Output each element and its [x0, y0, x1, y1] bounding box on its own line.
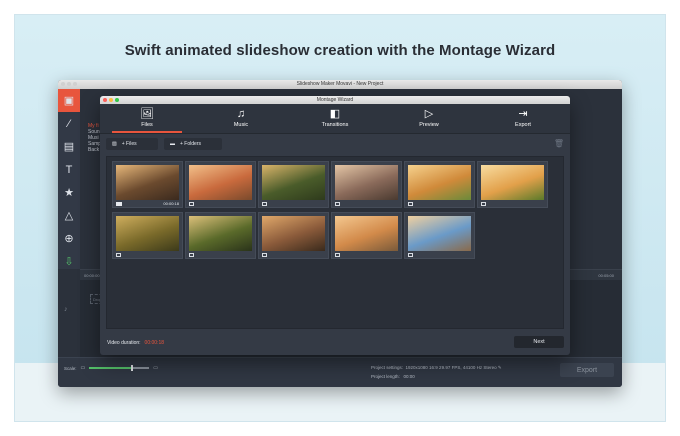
thumbnail-photo — [335, 165, 398, 200]
export-icon[interactable]: ⇩ — [58, 250, 80, 273]
image-icon — [189, 202, 194, 206]
video-duration: Video duration: 00:00:18 — [107, 340, 164, 346]
add-folders-button[interactable]: ▬ + Folders — [164, 138, 222, 150]
tab-label: Transitions — [321, 122, 349, 128]
scale-control: Scale: ▭ ▭ — [64, 365, 158, 371]
files-icon: 🖼 — [140, 108, 154, 120]
timeline-start-time: 00:00:00 — [84, 273, 100, 278]
image-icon — [189, 253, 194, 257]
tab-label: Export — [515, 122, 531, 128]
export-icon: ⇥ — [518, 108, 528, 120]
edit-settings-icon[interactable]: ✎ — [498, 365, 502, 370]
zoom-icon[interactable]: ⊕ — [58, 227, 80, 250]
thumbnail-photo — [262, 216, 325, 251]
media-thumbnail[interactable] — [185, 161, 256, 208]
thumbnail-photo — [408, 165, 471, 200]
add-files-button[interactable]: ▨ + Files — [106, 138, 158, 150]
montage-wizard-dialog: Montage Wizard 🖼 Files ♫ Music ◧ Transitions ▷… — [100, 96, 570, 355]
wizard-titlebar: Montage Wizard — [100, 96, 570, 104]
add-files-label: + Files — [121, 141, 137, 147]
page-headline: Swift animated slideshow creation with t… — [124, 42, 556, 59]
timeline-end-time: 00:05:00 — [598, 273, 614, 278]
video-duration-value: 00:00:18 — [144, 340, 165, 346]
music-icon: ♫ — [236, 108, 246, 120]
scale-zoom-out-icon[interactable]: ▭ — [81, 365, 86, 371]
scale-slider-handle[interactable] — [131, 365, 134, 371]
trash-icon[interactable]: 🗑 — [554, 139, 564, 148]
wizard-tabs: 🖼 Files ♫ Music ◧ Transitions ▷ Preview ⇥ Export — [100, 104, 570, 134]
media-thumbnail[interactable] — [331, 212, 402, 259]
next-button[interactable]: Next — [514, 336, 564, 348]
scale-zoom-in-icon[interactable]: ▭ — [153, 365, 158, 371]
tab-transitions[interactable]: ◧ Transitions — [288, 104, 382, 133]
tab-label: Preview — [419, 122, 439, 128]
app-title: Slideshow Maker Movavi - New Project — [296, 81, 384, 87]
folder-icon: ▬ — [170, 141, 175, 147]
image-icon — [335, 202, 340, 206]
tab-export[interactable]: ⇥ Export — [476, 104, 570, 133]
transitions-icon: ◧ — [329, 108, 341, 120]
image-icon — [262, 202, 267, 206]
stickers-icon[interactable]: ★ — [58, 181, 80, 204]
tab-preview[interactable]: ▷ Preview — [382, 104, 476, 133]
app-footer: Scale: ▭ ▭ Project settings: 1920x1080 1… — [58, 357, 622, 387]
thumbnail-photo — [481, 165, 544, 200]
project-settings-value: 1920x1080 16:9 29.97 FPS, 44100 Hz Stere… — [405, 365, 497, 370]
image-icon — [481, 202, 486, 206]
music-track-icon: ♪ — [64, 306, 68, 313]
media-thumbnail[interactable] — [477, 161, 548, 208]
thumbnail-photo — [408, 216, 471, 251]
video-duration-label: Video duration: — [107, 340, 141, 346]
thumbnail-duration: 00:00:18 — [163, 201, 179, 206]
tab-music[interactable]: ♫ Music — [194, 104, 288, 133]
image-icon: ▨ — [112, 141, 117, 147]
project-length-label: Project length: — [371, 374, 400, 379]
media-thumbnail-grid: 00:00:18 — [106, 156, 564, 329]
media-thumbnail[interactable] — [331, 161, 402, 208]
wizard-footer: Video duration: 00:00:18 Next — [100, 331, 570, 355]
tab-files[interactable]: 🖼 Files — [100, 104, 194, 133]
titles-icon[interactable]: T — [58, 158, 80, 181]
import-icon[interactable]: ▣ — [58, 89, 80, 112]
thumbnail-photo — [116, 165, 179, 200]
app-titlebar: Slideshow Maker Movavi - New Project — [58, 80, 622, 89]
image-icon — [116, 253, 121, 257]
tool-sidebar: ▣ ⁄ ▤ T ★ △ ⊕ ⇩ — [58, 89, 80, 269]
video-icon — [116, 202, 122, 206]
transitions-icon[interactable]: △ — [58, 204, 80, 227]
tab-label: Files — [141, 122, 153, 128]
image-icon — [262, 253, 267, 257]
tab-label: Music — [233, 122, 249, 128]
image-icon — [408, 253, 413, 257]
preview-icon: ▷ — [424, 108, 434, 120]
thumbnail-photo — [262, 165, 325, 200]
thumbnail-photo — [189, 216, 252, 251]
scale-slider[interactable] — [89, 365, 150, 371]
project-length-value: 00:00 — [403, 374, 415, 379]
image-icon — [408, 202, 413, 206]
wizard-title: Montage Wizard — [316, 97, 354, 103]
media-thumbnail[interactable] — [112, 212, 183, 259]
media-thumbnail[interactable] — [185, 212, 256, 259]
thumbnail-photo — [335, 216, 398, 251]
media-thumbnail[interactable]: 00:00:18 — [112, 161, 183, 208]
add-folders-label: + Folders — [180, 141, 201, 147]
project-settings-label: Project settings: — [371, 365, 404, 370]
media-thumbnail[interactable] — [404, 161, 475, 208]
scale-slider-fill — [89, 367, 132, 369]
media-thumbnail[interactable] — [404, 212, 475, 259]
media-thumbnail[interactable] — [258, 161, 329, 208]
wizard-toolbar: ▨ + Files ▬ + Folders 🗑 — [100, 134, 570, 154]
thumbnail-photo — [116, 216, 179, 251]
image-icon — [335, 253, 340, 257]
media-thumbnail[interactable] — [258, 212, 329, 259]
scale-label: Scale: — [64, 365, 77, 371]
magic-wand-icon[interactable]: ⁄ — [58, 112, 80, 135]
thumbnail-photo — [189, 165, 252, 200]
project-info: Project settings: 1920x1080 16:9 29.97 F… — [371, 363, 502, 381]
filmstrip-icon[interactable]: ▤ — [58, 135, 80, 158]
export-button[interactable]: Export — [560, 363, 614, 377]
